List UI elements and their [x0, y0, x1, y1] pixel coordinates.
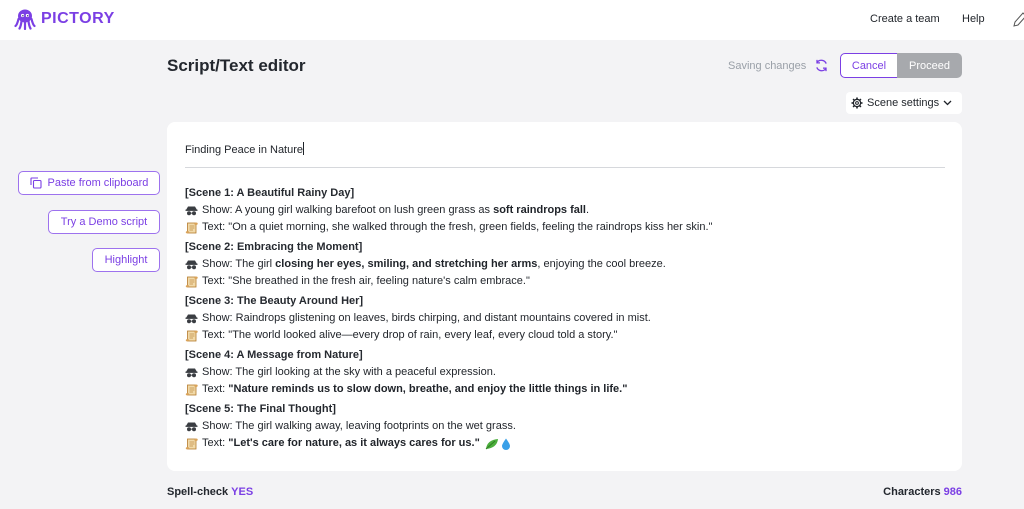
- scene-block[interactable]: [Scene 1: A Beautiful Rainy Day] Show: A …: [185, 185, 955, 236]
- script-title: Finding Peace in Nature: [185, 144, 304, 156]
- scene-show-line: Show: The girl walking away, leaving foo…: [185, 418, 955, 435]
- scene-heading: [Scene 5: The Final Thought]: [185, 403, 336, 415]
- characters-label: Characters: [883, 486, 941, 498]
- leaf-icon: [485, 438, 498, 449]
- text-prefix: Text:: [202, 437, 226, 449]
- spellcheck-label: Spell-check: [167, 486, 229, 498]
- script-editor[interactable]: Finding Peace in Nature [Scene 1: A Beau…: [167, 122, 962, 471]
- scene-text-line: Text: "The world looked alive—every drop…: [185, 327, 955, 344]
- help-link[interactable]: Help: [962, 13, 985, 25]
- scene-block[interactable]: [Scene 4: A Message from Nature] Show: Th…: [185, 347, 955, 398]
- scroll-icon: [185, 222, 198, 233]
- scene-text-line: Text: "On a quiet morning, she walked th…: [185, 219, 955, 236]
- octopus-logo-icon: [14, 9, 36, 30]
- scene-settings-dropdown[interactable]: Scene settings: [846, 92, 962, 114]
- scene-block[interactable]: [Scene 2: Embracing the Moment] Show: The…: [185, 239, 955, 290]
- paste-from-clipboard-button[interactable]: Paste from clipboard: [18, 171, 160, 195]
- saving-status: Saving changes: [728, 60, 807, 72]
- scene-show-line: Show: A young girl walking barefoot on l…: [185, 202, 955, 219]
- script-body[interactable]: [Scene 1: A Beautiful Rainy Day] Show: A …: [185, 185, 955, 455]
- show-text: The girl walking away, leaving footprint…: [232, 420, 516, 432]
- gear-icon: [851, 97, 863, 109]
- show-prefix: Show:: [202, 366, 233, 378]
- text-prefix: Text:: [202, 329, 226, 341]
- spy-icon: [185, 368, 198, 377]
- show-text: The girl: [232, 258, 276, 270]
- show-bold-text: closing her eyes, smiling, and stretchin…: [275, 258, 538, 270]
- scene-settings-label: Scene settings: [867, 97, 940, 109]
- scene-show-line: Show: The girl closing her eyes, smiling…: [185, 256, 955, 273]
- scene-show-line: Show: Raindrops glistening on leaves, bi…: [185, 310, 955, 327]
- cancel-button[interactable]: Cancel: [840, 53, 898, 78]
- scroll-icon: [185, 384, 198, 395]
- characters-value: 986: [943, 486, 962, 498]
- script-title-input[interactable]: Finding Peace in Nature: [185, 142, 305, 156]
- sync-icon: [816, 59, 827, 72]
- droplet-icon: [501, 438, 510, 450]
- spy-icon: [185, 422, 198, 431]
- text-prefix: Text:: [202, 275, 226, 287]
- page-title: Script/Text editor: [167, 56, 306, 75]
- show-prefix: Show:: [202, 312, 233, 324]
- character-count: Characters 986: [883, 486, 962, 498]
- scroll-icon: [185, 330, 198, 341]
- scene-block[interactable]: [Scene 5: The Final Thought] Show: The gi…: [185, 401, 955, 452]
- highlight-button[interactable]: Highlight: [92, 248, 160, 272]
- brand-name: PICTORY: [41, 10, 115, 27]
- scene-heading: [Scene 3: The Beauty Around Her]: [185, 295, 364, 307]
- show-text: Raindrops glistening on leaves, birds ch…: [232, 312, 651, 324]
- show-prefix: Show:: [202, 420, 233, 432]
- spy-icon: [185, 314, 198, 323]
- text-prefix: Text:: [202, 221, 226, 233]
- show-prefix: Show:: [202, 204, 233, 216]
- scroll-icon: [185, 276, 198, 287]
- narration-text: "She breathed in the fresh air, feeling …: [225, 275, 530, 287]
- scene-text-line: Text: "She breathed in the fresh air, fe…: [185, 273, 955, 290]
- spy-icon: [185, 260, 198, 269]
- show-text-end: .: [585, 204, 590, 216]
- scene-text-line: Text: "Nature reminds us to slow down, b…: [185, 381, 955, 398]
- spellcheck-value[interactable]: YES: [231, 486, 253, 498]
- spellcheck-status[interactable]: Spell-check YES: [167, 486, 253, 498]
- create-team-link[interactable]: Create a team: [870, 13, 940, 25]
- scroll-icon: [185, 438, 198, 449]
- narration-bold-text: "Nature reminds us to slow down, breathe…: [228, 383, 628, 395]
- top-bar: PICTORY Create a team Help: [0, 0, 1024, 40]
- title-divider: [185, 167, 945, 168]
- scene-text-line: Text: "Let's care for nature, as it alwa…: [185, 435, 955, 452]
- proceed-button[interactable]: Proceed: [897, 53, 962, 78]
- copy-icon: [29, 177, 42, 189]
- show-text: A young girl walking barefoot on lush gr…: [232, 204, 494, 216]
- scene-show-line: Show: The girl looking at the sky with a…: [185, 364, 955, 381]
- narration-text: "On a quiet morning, she walked through …: [225, 221, 713, 233]
- text-caret: [303, 142, 305, 155]
- show-prefix: Show:: [202, 258, 233, 270]
- scene-heading: [Scene 2: Embracing the Moment]: [185, 241, 363, 253]
- try-demo-script-button[interactable]: Try a Demo script: [48, 210, 160, 234]
- text-prefix: Text:: [202, 383, 226, 395]
- show-text: The girl looking at the sky with a peace…: [232, 366, 496, 378]
- narration-text: "The world looked alive—every drop of ra…: [225, 329, 618, 341]
- show-text-end: , enjoying the cool breeze.: [537, 258, 666, 270]
- chevron-down-icon: [943, 100, 952, 106]
- spy-icon: [185, 206, 198, 215]
- edit-pencil-icon[interactable]: [1013, 12, 1024, 28]
- show-bold-text: soft raindrops fall: [493, 204, 586, 216]
- narration-bold-text: "Let's care for nature, as it always car…: [228, 437, 480, 449]
- scene-heading: [Scene 4: A Message from Nature]: [185, 349, 363, 361]
- scene-block[interactable]: [Scene 3: The Beauty Around Her] Show: Ra…: [185, 293, 955, 344]
- pictory-logo[interactable]: PICTORY: [14, 8, 115, 30]
- scene-heading: [Scene 1: A Beautiful Rainy Day]: [185, 187, 355, 199]
- paste-label: Paste from clipboard: [47, 177, 149, 189]
